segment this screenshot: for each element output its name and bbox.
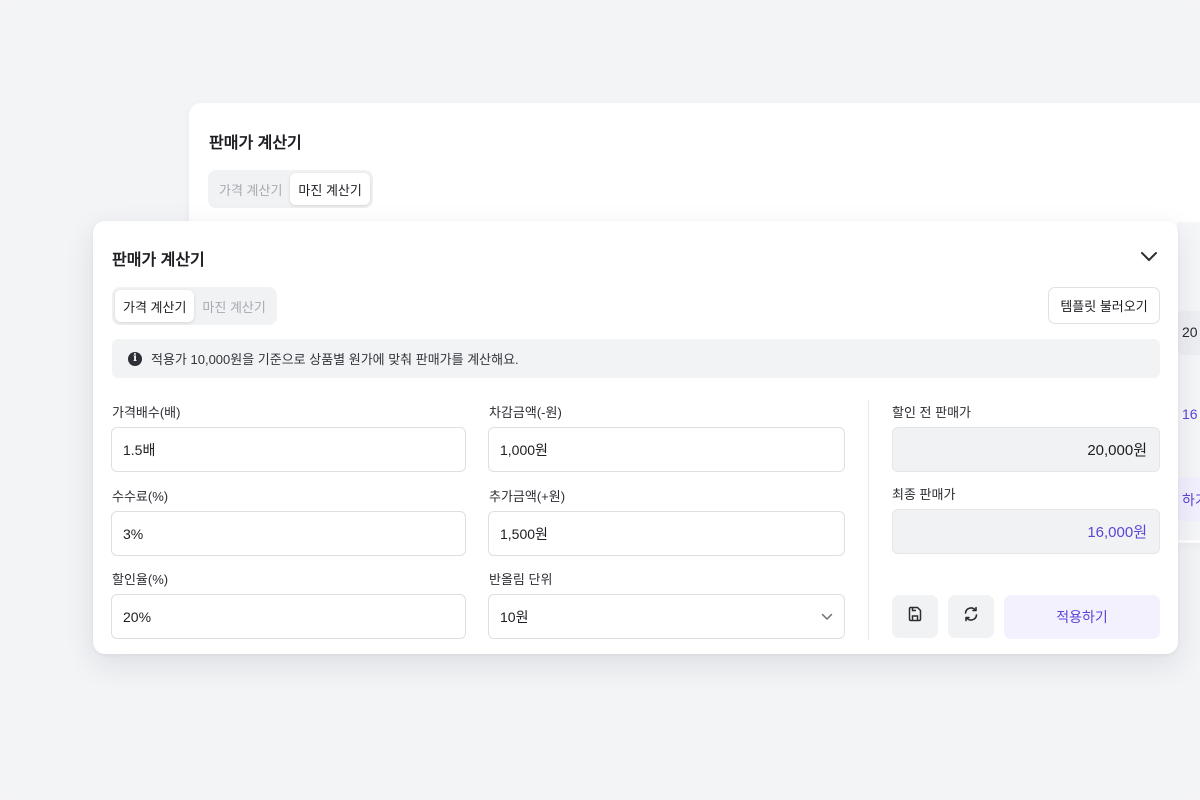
final-price-value-box: 16,000원	[892, 509, 1160, 554]
add-value: 1,500원	[500, 525, 548, 542]
chevron-down-icon	[821, 613, 833, 621]
pre-discount-value-box: 20,000원	[892, 427, 1160, 472]
discount-input[interactable]: 20%	[111, 594, 466, 639]
save-button[interactable]	[892, 595, 938, 638]
fee-input[interactable]: 3%	[111, 511, 466, 556]
load-template-button[interactable]: 템플릿 불러오기	[1048, 287, 1160, 324]
chevron-down-icon[interactable]	[1138, 247, 1160, 265]
back-panel-apply-label: 하기	[1182, 492, 1200, 508]
multiplier-input[interactable]: 1.5배	[111, 427, 466, 472]
deduct-label: 차감금액(-원)	[489, 405, 562, 420]
back-panel-title: 판매가 계산기	[209, 135, 302, 152]
multiplier-label: 가격배수(배)	[112, 405, 181, 420]
pre-discount-value: 20,000원	[1087, 442, 1147, 459]
back-panel-value-1: 20	[1182, 324, 1198, 340]
rounding-label: 반올림 단위	[489, 572, 553, 587]
refresh-icon	[962, 605, 980, 628]
deduct-value: 1,000원	[500, 441, 548, 458]
fee-label: 수수료(%)	[112, 489, 169, 504]
add-label: 추가금액(+원)	[489, 489, 566, 504]
fee-value: 3%	[123, 525, 144, 542]
final-price-label: 최종 판매가	[892, 487, 956, 502]
rounding-value: 10원	[500, 608, 529, 625]
column-divider	[868, 400, 869, 640]
info-text: 적용가 10,000원을 기준으로 상품별 원가에 맞춰 판매가를 계산해요.	[151, 352, 519, 367]
back-panel-tabs: 가격 계산기 마진 계산기	[208, 170, 373, 208]
pre-discount-label: 할인 전 판매가	[892, 405, 971, 420]
info-banner: i 적용가 10,000원을 기준으로 상품별 원가에 맞춰 판매가를 계산해요…	[112, 339, 1160, 378]
price-calculator-card: 판매가 계산기 가격 계산기 마진 계산기 템플릿 불러오기 i 적용가 10,…	[93, 221, 1178, 654]
back-tab-price-calculator[interactable]: 가격 계산기	[211, 173, 290, 205]
calculator-tabs: 가격 계산기 마진 계산기	[112, 287, 277, 325]
back-panel-value-2: 16	[1182, 406, 1198, 422]
apply-button[interactable]: 적용하기	[1004, 595, 1160, 639]
final-price-value: 16,000원	[1087, 524, 1147, 541]
tab-price-calculator[interactable]: 가격 계산기	[115, 290, 195, 322]
reset-button[interactable]	[948, 595, 994, 638]
add-input[interactable]: 1,500원	[488, 511, 845, 556]
back-tab-margin-calculator[interactable]: 마진 계산기	[290, 173, 370, 205]
multiplier-value: 1.5배	[123, 441, 156, 458]
info-icon: i	[128, 351, 142, 366]
rounding-select[interactable]: 10원	[488, 594, 845, 639]
canvas: 판매가 계산기 가격 계산기 마진 계산기 20 16 하기 판매가 계산기 가…	[0, 0, 1200, 800]
card-title: 판매가 계산기	[112, 252, 205, 269]
discount-value: 20%	[123, 608, 152, 625]
save-icon	[907, 606, 923, 627]
deduct-input[interactable]: 1,000원	[488, 427, 845, 472]
tab-margin-calculator[interactable]: 마진 계산기	[194, 290, 273, 322]
discount-label: 할인율(%)	[112, 572, 169, 587]
